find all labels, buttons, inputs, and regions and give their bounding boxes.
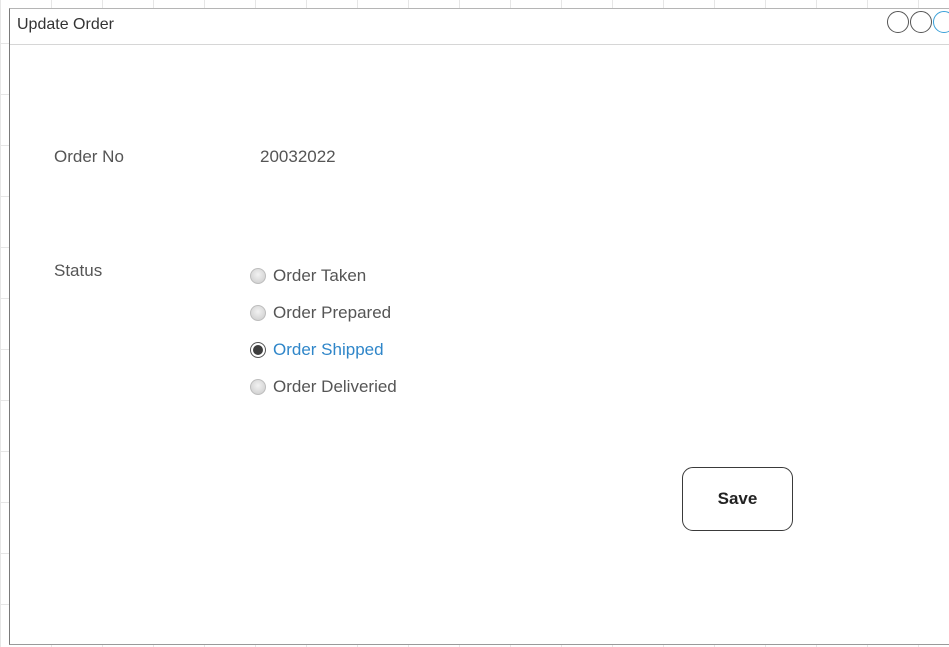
radio-button-selected-icon[interactable] [250,341,266,358]
radio-order-deliveried[interactable]: Order Deliveried [250,368,397,405]
update-order-window: Update Order Order No 20032022 Status Or… [9,8,949,645]
status-radio-group: Order Taken Order Prepared Order Shipped… [250,257,397,405]
radio-label: Order Prepared [273,302,392,322]
order-no-label: Order No [54,147,124,166]
radio-order-shipped[interactable]: Order Shipped [250,331,397,368]
window-titlebar: Update Order [10,9,949,45]
maximize-circle-icon[interactable] [910,11,932,33]
order-no-value: 20032022 [260,147,336,166]
radio-order-taken[interactable]: Order Taken [250,257,397,294]
window-controls [887,11,949,37]
radio-button-icon[interactable] [250,304,266,321]
close-circle-icon[interactable] [933,11,949,33]
radio-button-icon[interactable] [250,378,266,395]
save-button[interactable]: Save [682,467,793,531]
radio-order-prepared[interactable]: Order Prepared [250,294,397,331]
radio-label: Order Shipped [273,339,384,359]
status-label: Status [54,261,103,280]
radio-button-icon[interactable] [250,267,266,284]
radio-label: Order Taken [273,265,367,285]
window-title: Update Order [17,16,114,33]
radio-label: Order Deliveried [273,376,397,396]
minimize-circle-icon[interactable] [887,11,909,33]
